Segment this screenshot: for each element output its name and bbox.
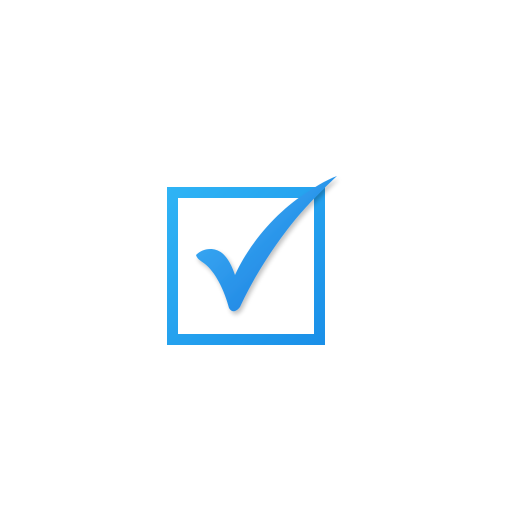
icon-canvas <box>0 0 512 512</box>
checked-checkbox-icon[interactable] <box>0 0 512 512</box>
